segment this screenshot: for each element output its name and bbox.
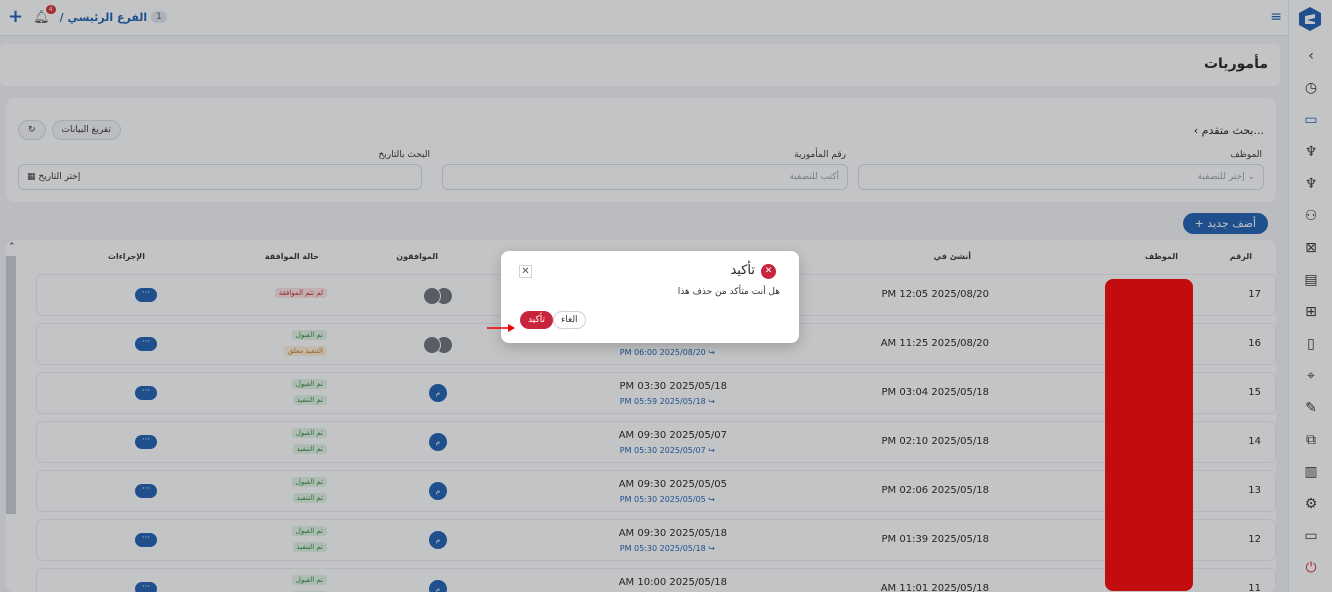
confirm-button[interactable]: تأكيد xyxy=(520,311,553,329)
dialog-message: هل أنت متأكد من حذف هذا xyxy=(677,287,780,297)
dialog-close-button[interactable]: ✕ xyxy=(519,265,532,278)
cancel-button[interactable]: الغاء xyxy=(553,311,586,329)
confirm-dialog: ✕ تأكيد ✕ هل أنت متأكد من حذف هذا تأكيد … xyxy=(501,251,799,343)
error-circle-icon: ✕ xyxy=(761,264,776,279)
dialog-title: تأكيد xyxy=(730,263,755,278)
red-arrow-icon xyxy=(487,324,515,332)
